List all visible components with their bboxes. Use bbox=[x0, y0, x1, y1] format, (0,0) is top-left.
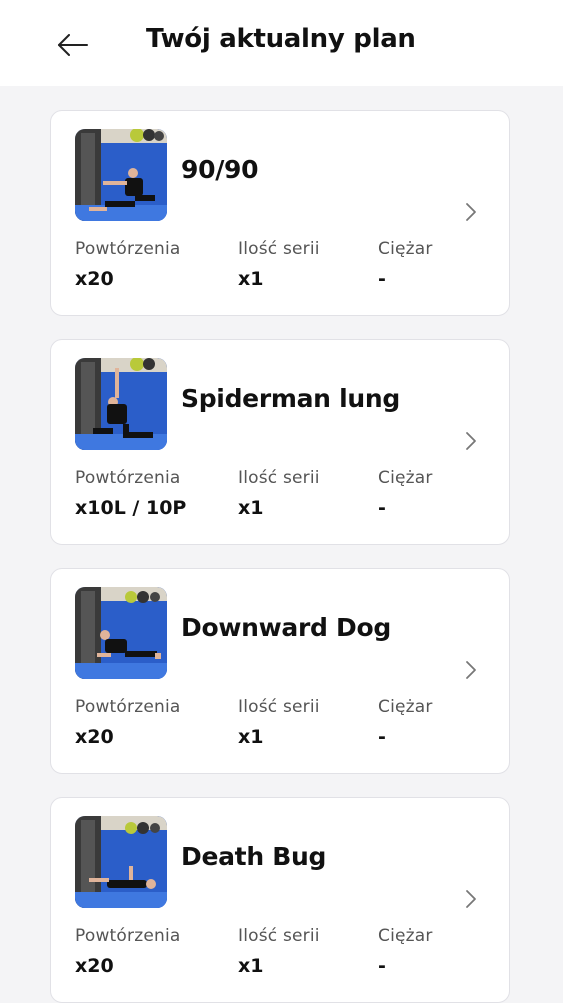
sets-label: Ilość serii bbox=[238, 239, 320, 259]
exercise-thumbnail bbox=[75, 129, 167, 221]
reps-value: x20 bbox=[75, 955, 114, 977]
chevron-right-icon bbox=[466, 203, 476, 221]
exercise-name: Spiderman lung bbox=[181, 384, 400, 413]
page-title: Twój aktualny plan bbox=[146, 24, 416, 54]
sets-value: x1 bbox=[238, 726, 264, 748]
reps-value: x20 bbox=[75, 268, 114, 290]
exercise-name: Death Bug bbox=[181, 842, 327, 871]
chevron-right-icon bbox=[466, 432, 476, 450]
exercise-name: Downward Dog bbox=[181, 613, 391, 642]
weight-label: Ciężar bbox=[378, 239, 433, 259]
weight-stat: Ciężar - bbox=[378, 926, 433, 977]
exercise-thumbnail bbox=[75, 358, 167, 450]
weight-value: - bbox=[378, 497, 386, 519]
sets-value: x1 bbox=[238, 497, 264, 519]
exercise-card[interactable]: Downward Dog Powtórzenia x20 Ilość serii… bbox=[50, 568, 510, 774]
exercise-thumbnail bbox=[75, 587, 167, 679]
weight-stat: Ciężar - bbox=[378, 697, 433, 748]
chevron-right-icon bbox=[466, 890, 476, 908]
reps-value: x20 bbox=[75, 726, 114, 748]
weight-label: Ciężar bbox=[378, 697, 433, 717]
sets-label: Ilość serii bbox=[238, 468, 320, 488]
weight-value: - bbox=[378, 726, 386, 748]
exercise-name: 90/90 bbox=[181, 155, 259, 184]
reps-label: Powtórzenia bbox=[75, 697, 181, 717]
sets-stat: Ilość serii x1 bbox=[238, 468, 320, 519]
exercise-card[interactable]: Death Bug Powtórzenia x20 Ilość serii x1… bbox=[50, 797, 510, 1003]
reps-label: Powtórzenia bbox=[75, 926, 181, 946]
reps-stat: Powtórzenia x20 bbox=[75, 697, 181, 748]
sets-label: Ilość serii bbox=[238, 926, 320, 946]
chevron-right-icon bbox=[466, 661, 476, 679]
exercise-thumbnail bbox=[75, 816, 167, 908]
weight-stat: Ciężar - bbox=[378, 239, 433, 290]
sets-stat: Ilość serii x1 bbox=[238, 239, 320, 290]
sets-stat: Ilość serii x1 bbox=[238, 926, 320, 977]
sets-stat: Ilość serii x1 bbox=[238, 697, 320, 748]
weight-value: - bbox=[378, 268, 386, 290]
reps-label: Powtórzenia bbox=[75, 239, 181, 259]
exercise-card[interactable]: Spiderman lung Powtórzenia x10L / 10P Il… bbox=[50, 339, 510, 545]
app-header: Twój aktualny plan bbox=[0, 0, 563, 86]
reps-stat: Powtórzenia x10L / 10P bbox=[75, 468, 186, 519]
sets-label: Ilość serii bbox=[238, 697, 320, 717]
reps-stat: Powtórzenia x20 bbox=[75, 239, 181, 290]
reps-stat: Powtórzenia x20 bbox=[75, 926, 181, 977]
reps-value: x10L / 10P bbox=[75, 497, 187, 519]
arrow-left-icon bbox=[58, 34, 88, 56]
sets-value: x1 bbox=[238, 955, 264, 977]
exercise-card[interactable]: 90/90 Powtórzenia x20 Ilość serii x1 Cię… bbox=[50, 110, 510, 316]
reps-label: Powtórzenia bbox=[75, 468, 181, 488]
weight-label: Ciężar bbox=[378, 926, 433, 946]
back-button[interactable] bbox=[52, 26, 94, 64]
weight-value: - bbox=[378, 955, 386, 977]
sets-value: x1 bbox=[238, 268, 264, 290]
weight-stat: Ciężar - bbox=[378, 468, 433, 519]
weight-label: Ciężar bbox=[378, 468, 433, 488]
